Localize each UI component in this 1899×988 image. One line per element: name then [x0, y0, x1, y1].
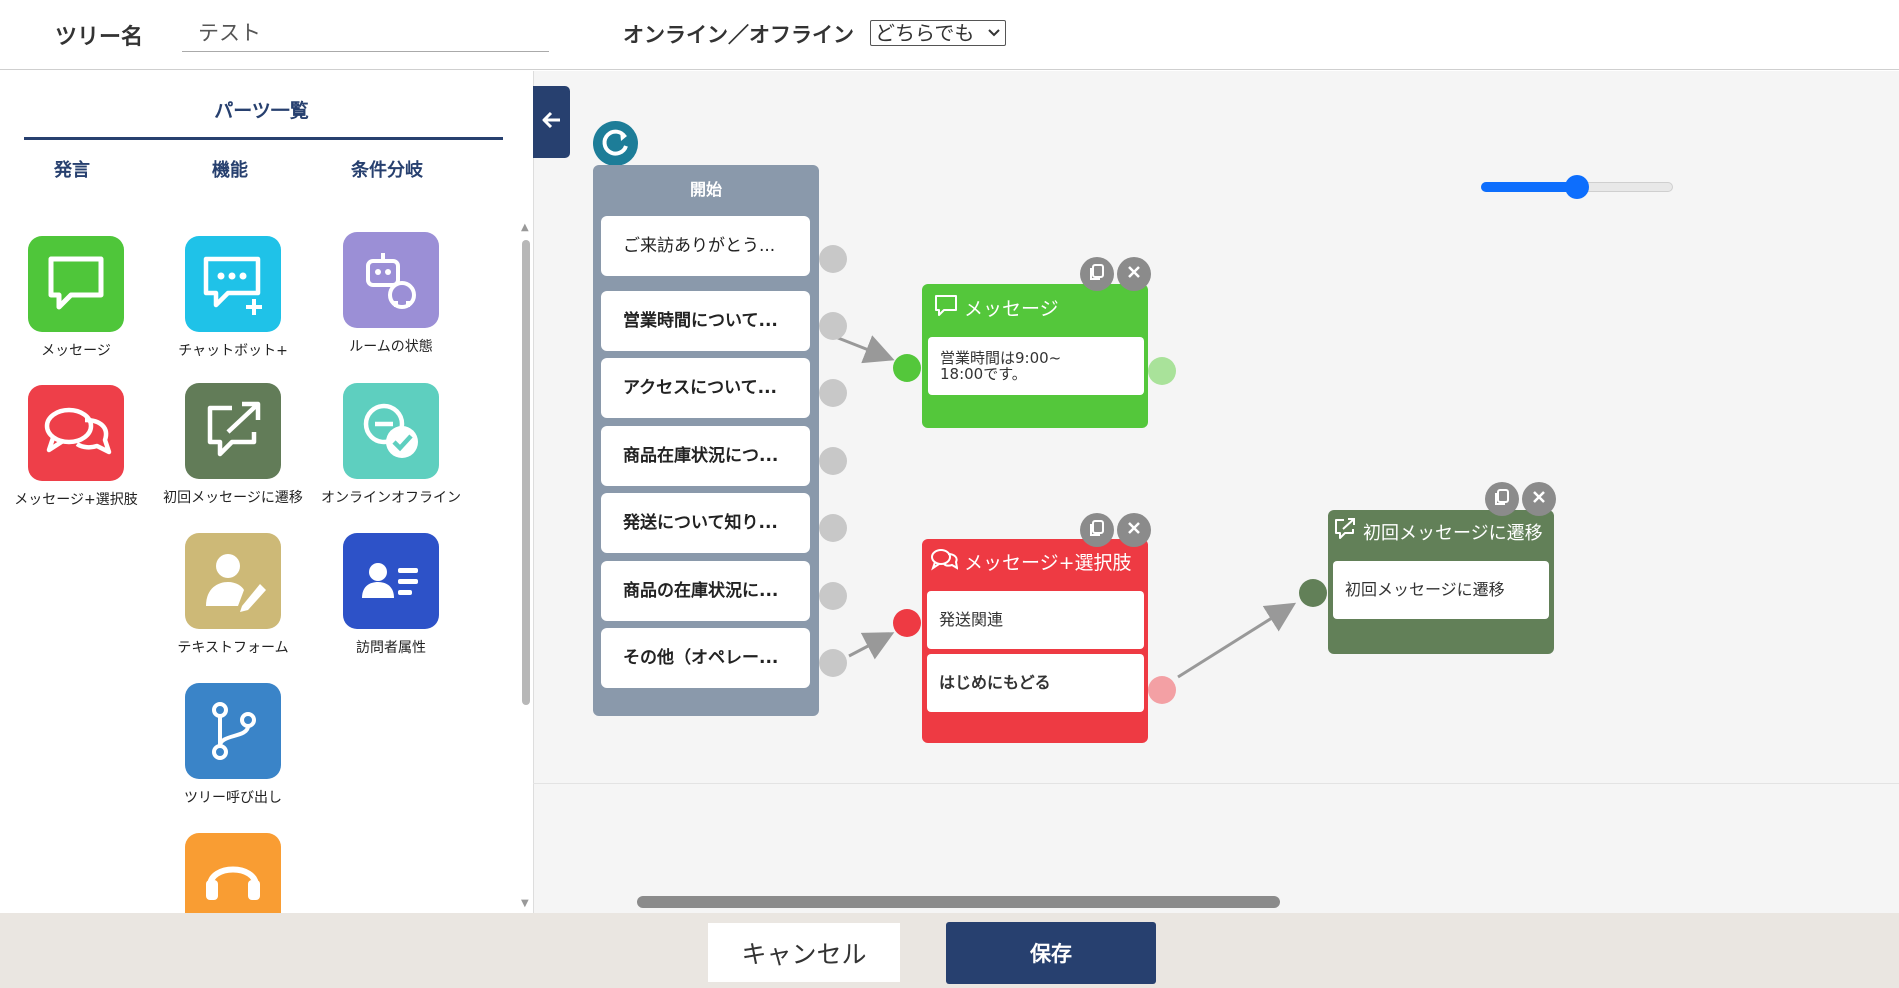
start-item[interactable]: 営業時間について... [601, 291, 810, 351]
online-offline-label: オンライン／オフライン [623, 23, 854, 47]
part-label: メッセージ+選択肢 [14, 492, 138, 508]
first-message-transition-icon [1333, 517, 1357, 546]
start-item[interactable]: ご来訪ありがとう... [601, 216, 810, 276]
chevron-down-icon [987, 21, 1001, 50]
message-node-body[interactable]: 営業時間は9:00~ 18:00です。 [928, 337, 1144, 395]
message-icon [28, 236, 124, 332]
copy-node-button[interactable] [1485, 482, 1519, 516]
part-tree-call[interactable]: ツリー呼び出し [155, 683, 311, 807]
output-port[interactable] [819, 582, 847, 610]
part-label: メッセージ [41, 343, 111, 359]
connector-line [832, 334, 895, 364]
part-label: ルームの状態 [349, 339, 433, 355]
tree-name-label: ツリー名 [55, 25, 144, 50]
tab-condition[interactable]: 条件分岐 [327, 156, 447, 182]
close-icon [1126, 264, 1142, 284]
part-label: オンラインオフライン [321, 490, 461, 506]
output-port[interactable] [819, 514, 847, 542]
text-form-icon [185, 533, 281, 629]
transition-node-body[interactable]: 初回メッセージに遷移 [1333, 561, 1549, 619]
output-port[interactable] [819, 447, 847, 475]
part-label: ツリー呼び出し [184, 790, 282, 806]
part-message-choice[interactable]: メッセージ+選択肢 [0, 385, 154, 509]
part-operator[interactable] [155, 833, 311, 913]
tree-call-icon [185, 683, 281, 779]
chatbot-plus-icon [185, 236, 281, 332]
message-node-header: メッセージ [934, 293, 1059, 322]
cancel-button[interactable]: キャンセル [708, 923, 900, 982]
part-label: 初回メッセージに遷移 [163, 490, 303, 506]
choice-option[interactable]: はじめにもどる [927, 654, 1144, 712]
parts-list-underline [24, 137, 503, 140]
operator-headset-icon [185, 833, 281, 913]
start-item[interactable]: 発送について知り... [601, 493, 810, 553]
sidebar-scrollbar[interactable] [522, 240, 530, 705]
part-text-form[interactable]: テキストフォーム [155, 533, 311, 657]
part-message[interactable]: メッセージ [0, 236, 154, 360]
close-icon [1531, 489, 1547, 509]
message-node-title: メッセージ [964, 298, 1059, 320]
message-choice-node-header: メッセージ+選択肢 [930, 547, 1132, 576]
part-room-status[interactable]: ルームの状態 [313, 232, 469, 356]
start-item[interactable]: その他（オペレー... [601, 628, 810, 688]
copy-icon [1087, 262, 1107, 286]
output-port[interactable] [1148, 357, 1176, 385]
input-port[interactable] [893, 354, 921, 382]
start-item[interactable]: 商品在庫状況につ... [601, 426, 810, 486]
output-port[interactable] [819, 245, 847, 273]
copy-node-button[interactable] [1080, 513, 1114, 547]
copy-icon [1492, 487, 1512, 511]
transition-node-header: 初回メッセージに遷移 [1333, 517, 1543, 546]
tab-utterance[interactable]: 発言 [12, 156, 132, 182]
input-port[interactable] [1299, 579, 1327, 607]
input-port[interactable] [893, 609, 921, 637]
connector-line [1177, 602, 1297, 679]
part-label: チャットボット+ [178, 343, 288, 359]
part-label: 訪問者属性 [356, 640, 426, 656]
part-first-message-transition[interactable]: 初回メッセージに遷移 [155, 383, 311, 507]
delete-node-button[interactable] [1522, 482, 1556, 516]
part-visitor-attribute[interactable]: 訪問者属性 [313, 533, 469, 657]
start-node-title: 開始 [689, 180, 722, 199]
message-choice-icon [28, 385, 124, 481]
close-icon [1126, 520, 1142, 540]
output-port[interactable] [819, 379, 847, 407]
online-offline-select-value: どちらでも [875, 21, 975, 45]
parts-list-title: パーツ一覧 [214, 100, 309, 122]
scroll-up-icon[interactable]: ▲ [521, 222, 529, 233]
output-port[interactable] [819, 649, 847, 677]
message-choice-node-title: メッセージ+選択肢 [964, 552, 1132, 574]
save-button[interactable]: 保存 [946, 922, 1156, 984]
output-port[interactable] [1148, 676, 1176, 704]
output-port[interactable] [819, 312, 847, 340]
transition-node-title: 初回メッセージに遷移 [1363, 522, 1543, 544]
online-offline-select[interactable]: どちらでも [870, 20, 1006, 46]
start-item[interactable]: 商品の在庫状況に... [601, 561, 810, 621]
message-icon [934, 293, 958, 322]
connector-line [848, 632, 895, 660]
start-item[interactable]: アクセスについて... [601, 358, 810, 418]
delete-node-button[interactable] [1117, 257, 1151, 291]
canvas-horizontal-scrollbar[interactable] [637, 896, 1280, 908]
room-status-robot-icon [343, 232, 439, 328]
message-choice-icon [930, 547, 959, 576]
first-message-transition-icon [185, 383, 281, 479]
tab-function[interactable]: 機能 [170, 156, 290, 182]
choice-option[interactable]: 発送関連 [927, 591, 1144, 649]
scroll-down-icon[interactable]: ▼ [521, 898, 529, 909]
part-online-offline[interactable]: オンラインオフライン [313, 383, 469, 507]
copy-icon [1087, 518, 1107, 542]
online-offline-icon [343, 383, 439, 479]
delete-node-button[interactable] [1117, 513, 1151, 547]
visitor-attribute-icon [343, 533, 439, 629]
part-label: テキストフォーム [177, 640, 289, 656]
copy-node-button[interactable] [1080, 257, 1114, 291]
tree-name-input[interactable] [182, 12, 549, 52]
part-chatbot-plus[interactable]: チャットボット+ [155, 236, 311, 360]
